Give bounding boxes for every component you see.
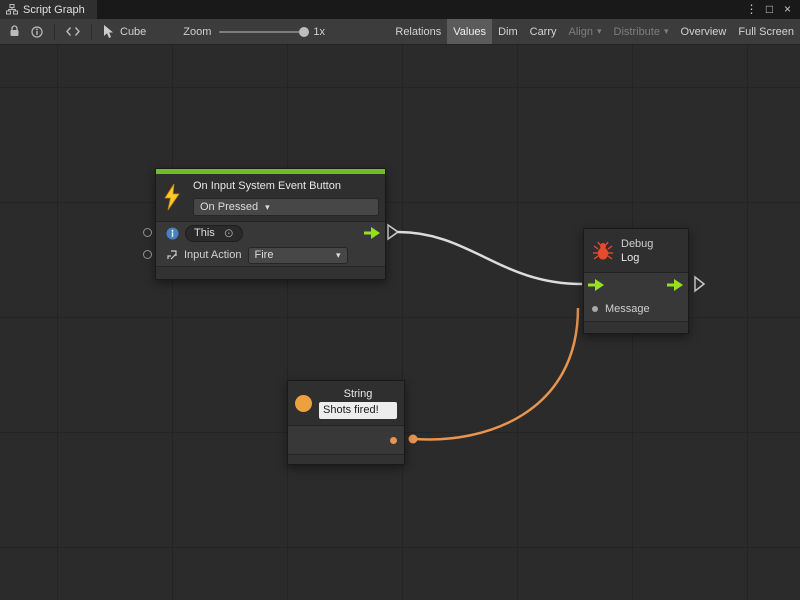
log-flow-output-port[interactable] [667,279,683,291]
toolbar-button-values[interactable]: Values [447,19,492,44]
node-on-input-system-event-button[interactable]: On Input System Event Button On Pressed … [155,168,386,280]
chevron-down-icon: ▾ [336,251,341,260]
titlebar: Script Graph ⋮ □ × [0,0,800,19]
debug-node-footer [584,321,688,333]
toolbar-button-relations[interactable]: Relations [389,19,447,44]
code-icon[interactable] [66,26,80,37]
lock-icon[interactable] [9,25,20,38]
toolbar-button-carry[interactable]: Carry [524,19,563,44]
string-node-footer [288,454,404,464]
string-type-icon [295,395,312,412]
message-port-row: Message [584,297,688,321]
toolbar-buttons: Relations Values Dim Carry Align ▾ Distr… [389,19,800,44]
event-node-footer [156,266,385,279]
info-badge-icon [166,227,179,240]
graph-toolbar: Cube Zoom 1x Relations Values Dim Carry … [0,19,800,45]
bug-icon [592,240,614,262]
toolbar-separator [91,24,92,40]
message-port-label: Message [605,303,650,315]
toolbar-button-overview[interactable]: Overview [675,19,733,44]
string-output-port[interactable] [390,437,397,444]
tab-script-graph[interactable]: Script Graph [0,0,97,19]
graph-target-selector[interactable]: Cube [103,25,146,39]
object-picker-icon: ⊙ [224,227,234,239]
debug-node-category: Debug [621,237,653,251]
string-value-input[interactable]: Shots fired! [319,402,397,419]
script-graph-window: Script Graph ⋮ □ × [0,0,800,600]
this-port-row: This ⊙ [156,222,385,244]
toolbar-left-group: Cube [0,24,155,40]
lightning-icon [162,184,182,210]
input-action-input-port[interactable] [143,250,152,259]
message-input-port[interactable] [592,306,598,312]
zoom-value: 1x [313,26,325,38]
string-output-row [288,426,404,454]
window-close-button[interactable]: × [780,0,795,19]
info-icon[interactable] [31,26,43,38]
this-object-field[interactable]: This ⊙ [185,225,243,242]
input-action-dropdown[interactable]: Fire ▾ [248,247,348,264]
debug-flow-ports-row [584,273,688,297]
event-node-title: On Input System Event Button [193,178,379,195]
chevron-down-icon: ▾ [664,27,669,36]
wire-event-to-log[interactable] [398,232,582,284]
zoom-label: Zoom [183,26,211,38]
node-debug-log[interactable]: Debug Log Message [583,228,689,334]
log-output-connector-triangle[interactable] [695,277,704,291]
window-menu-button[interactable]: ⋮ [744,0,759,19]
this-input-port[interactable] [143,228,152,237]
tab-title: Script Graph [23,4,85,16]
debug-node-header: Debug Log [584,229,688,273]
graph-canvas[interactable]: On Input System Event Button On Pressed … [0,45,800,600]
input-action-label: Input Action [184,249,242,261]
event-flow-output-port[interactable] [364,227,380,239]
toolbar-button-align[interactable]: Align ▾ [563,19,608,44]
toolbar-separator [54,24,55,40]
zoom-control: Zoom 1x [183,26,325,38]
target-name: Cube [120,26,146,38]
string-node-title: String [344,388,373,400]
toolbar-button-dim[interactable]: Dim [492,19,524,44]
string-wire-end-dot[interactable] [409,435,418,444]
toolbar-button-fullscreen[interactable]: Full Screen [732,19,800,44]
log-flow-input-port[interactable] [588,279,604,291]
string-node-header: String Shots fired! [288,381,404,426]
zoom-slider[interactable] [219,31,305,33]
input-action-row: Input Action Fire ▾ [156,244,385,266]
input-action-icon [166,249,178,261]
toolbar-button-distribute[interactable]: Distribute ▾ [608,19,675,44]
graph-icon [6,4,18,15]
pointer-icon [103,25,115,39]
node-string-literal[interactable]: String Shots fired! [287,380,405,465]
chevron-down-icon: ▾ [597,27,602,36]
debug-node-name: Log [621,251,653,265]
event-flow-connector-triangle[interactable] [388,225,398,239]
wire-string-to-message[interactable] [415,308,578,440]
window-controls: ⋮ □ × [744,0,800,19]
zoom-slider-knob[interactable] [299,27,309,37]
event-node-header: On Input System Event Button On Pressed … [156,174,385,222]
chevron-down-icon: ▾ [265,203,270,212]
event-mode-dropdown[interactable]: On Pressed ▾ [193,198,379,216]
window-maximize-button[interactable]: □ [762,0,777,19]
